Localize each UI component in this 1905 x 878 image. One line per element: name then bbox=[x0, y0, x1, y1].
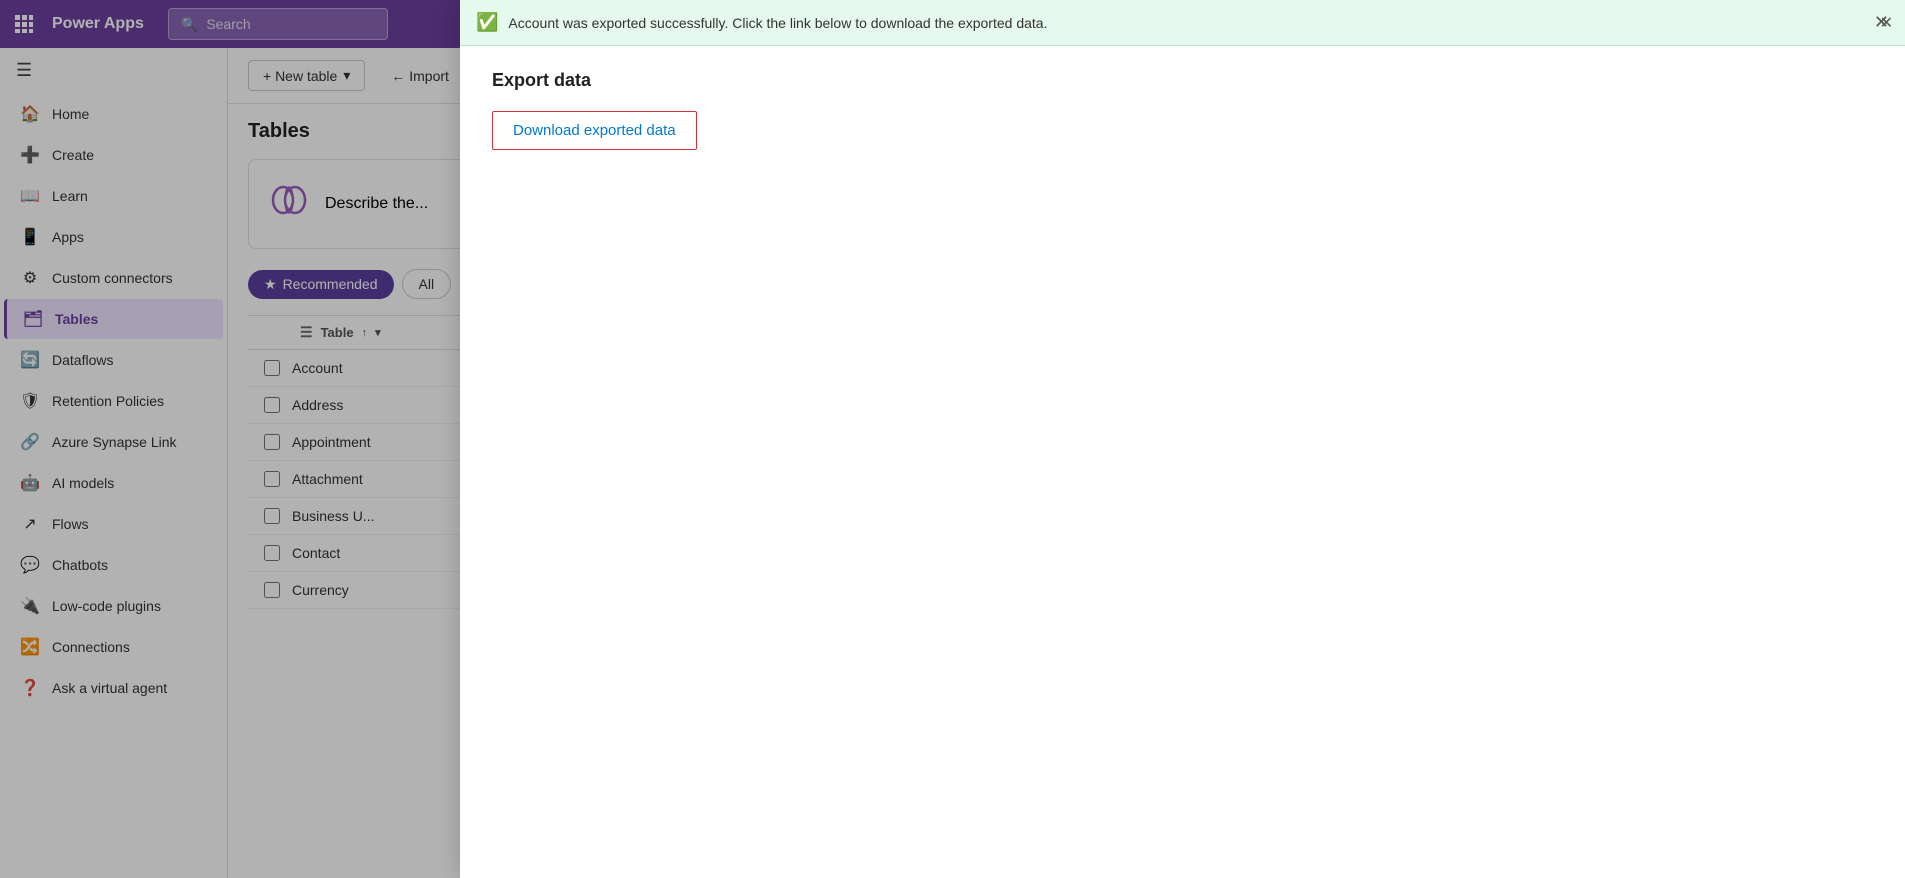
export-panel: Export data Download exported data bbox=[460, 46, 1905, 174]
download-label: Download exported data bbox=[513, 122, 676, 139]
success-banner: ✅ Account was exported successfully. Cli… bbox=[460, 0, 1905, 46]
modal-close-button[interactable]: ✕ bbox=[1874, 12, 1889, 33]
success-check-icon: ✅ bbox=[476, 12, 498, 33]
success-message: Account was exported successfully. Click… bbox=[508, 15, 1047, 31]
export-title: Export data bbox=[492, 70, 1873, 91]
download-button[interactable]: Download exported data bbox=[492, 111, 697, 150]
export-modal-panel: ✕ ✅ Account was exported successfully. C… bbox=[460, 0, 1905, 878]
modal-overlay: ✕ ✅ Account was exported successfully. C… bbox=[0, 0, 1905, 878]
